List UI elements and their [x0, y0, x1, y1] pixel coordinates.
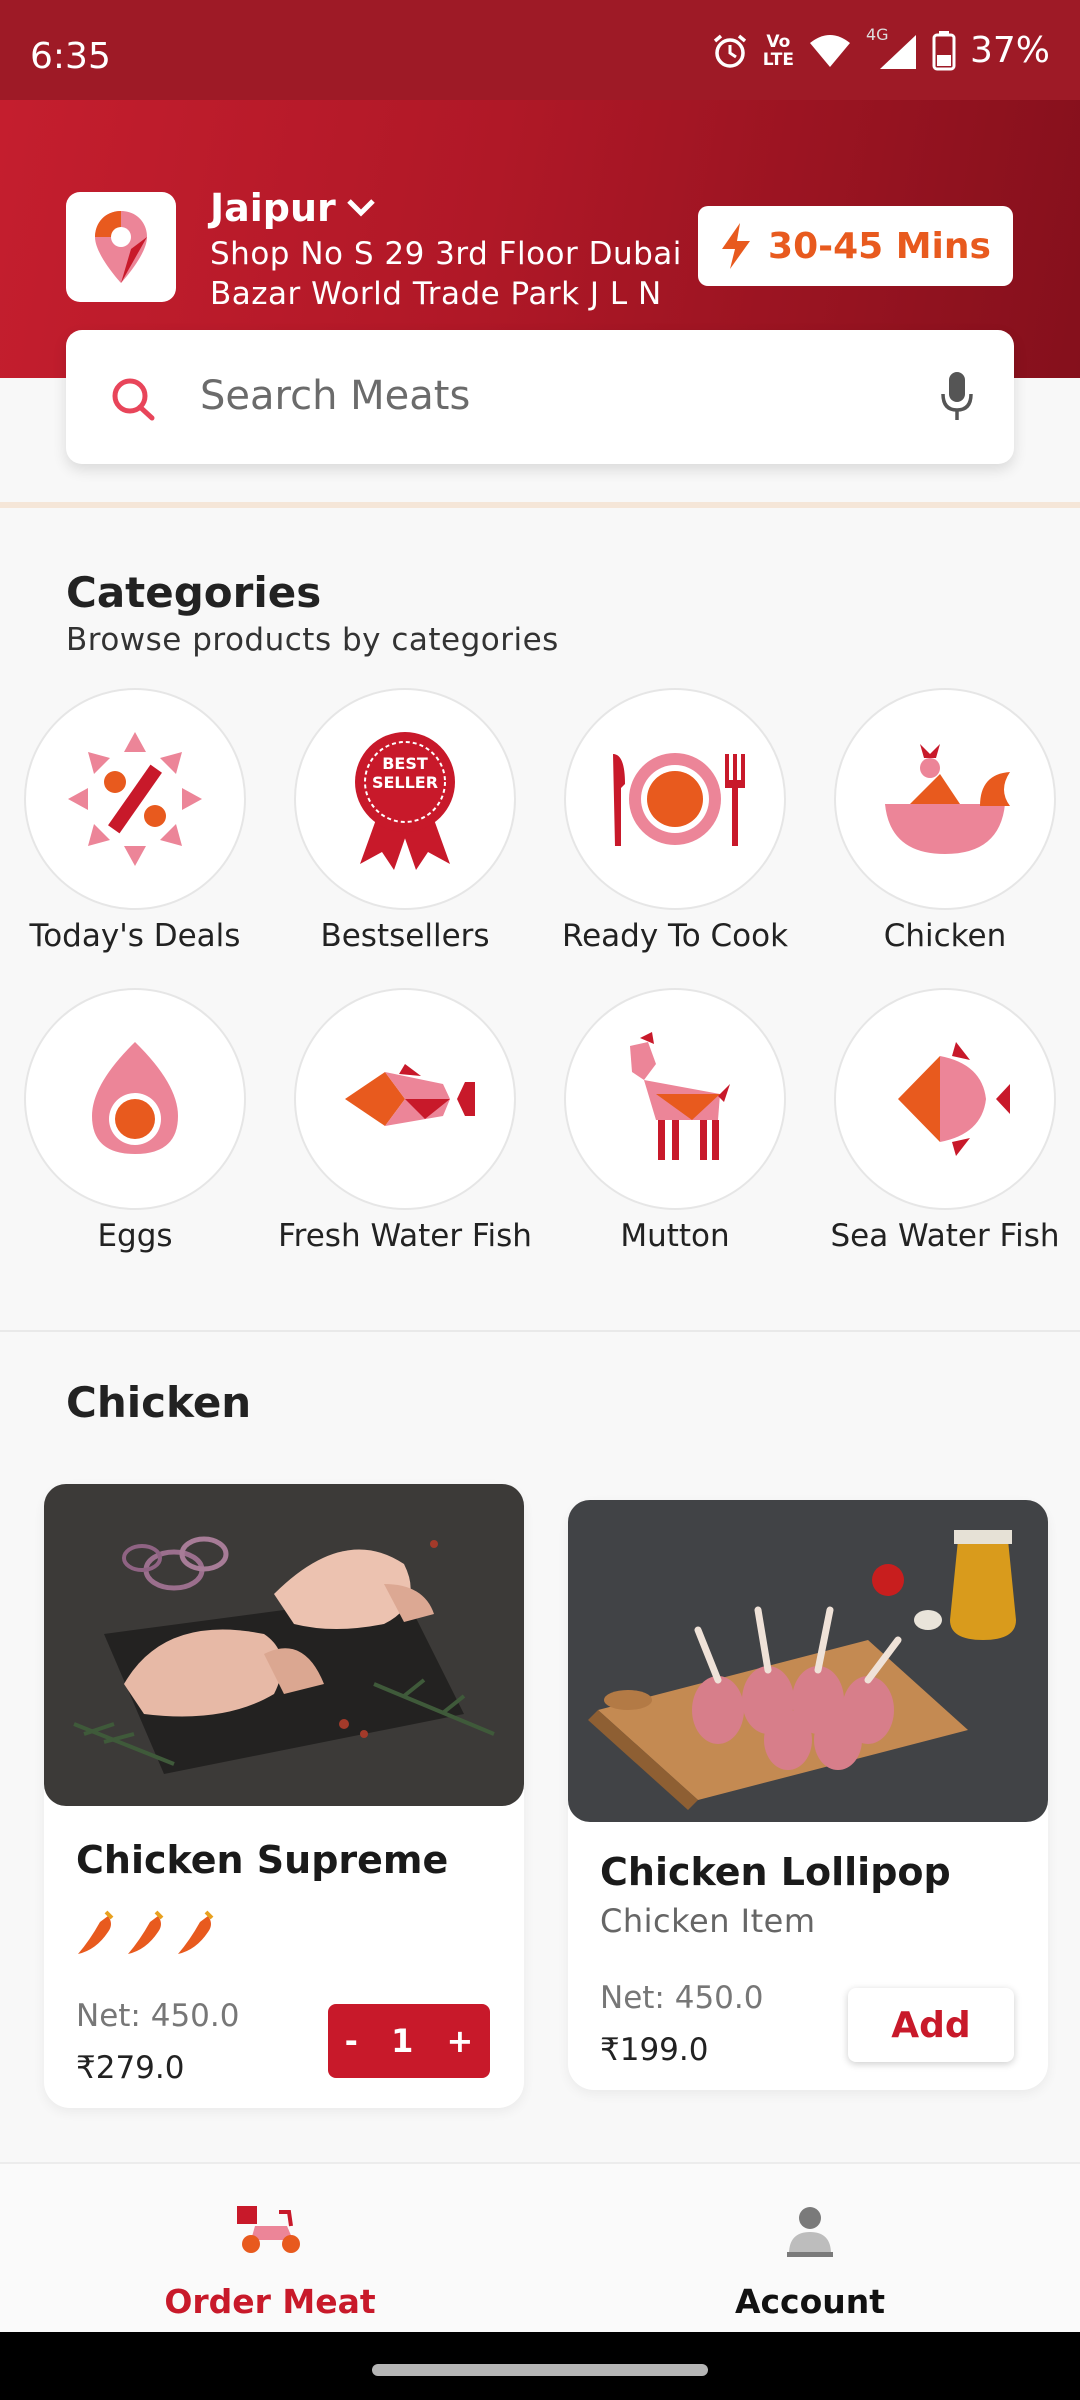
category-icon-circle	[834, 988, 1056, 1210]
status-time: 6:35	[30, 36, 111, 77]
delivery-eta-badge: 30-45 Mins	[698, 206, 1013, 286]
category-fresh-water-fish[interactable]: Fresh Water Fish	[270, 988, 540, 1254]
decrement-button[interactable]: -	[339, 2022, 364, 2060]
best-seller-badge-icon	[355, 732, 455, 870]
increment-button[interactable]: +	[441, 2022, 480, 2060]
eta-text: 30-45 Mins	[768, 225, 991, 267]
plate-cutlery-icon	[613, 753, 745, 846]
product-net-weight: Net: 450.0	[600, 1980, 764, 2016]
battery-text: 37%	[969, 30, 1050, 71]
category-icon-circle	[294, 988, 516, 1210]
status-bar: 6:35 Vo LTE 4G 37%	[0, 0, 1080, 100]
deals-icon	[68, 732, 202, 866]
nav-label: Order Meat	[164, 2282, 376, 2321]
category-eggs[interactable]: Eggs	[0, 988, 270, 1254]
section-separator	[0, 1330, 1080, 1332]
product-name: Chicken Lollipop	[600, 1850, 951, 1894]
category-label: Today's Deals	[29, 918, 241, 954]
chicken-lollipop-photo	[568, 1500, 1048, 1822]
chevron-down-icon	[347, 199, 375, 217]
chili-icon	[128, 1910, 164, 1954]
sea-water-fish-icon	[898, 1042, 1010, 1156]
category-mutton[interactable]: Mutton	[540, 988, 810, 1254]
category-icon-circle	[294, 688, 516, 910]
mic-icon[interactable]	[940, 370, 974, 422]
delivery-scooter-icon	[237, 2206, 300, 2253]
category-icon-circle	[24, 988, 246, 1210]
cell-signal: 4G	[866, 25, 918, 71]
category-label: Ready To Cook	[561, 918, 789, 954]
categories-subtitle: Browse products by categories	[66, 622, 559, 658]
nav-icon-wrap	[0, 2204, 540, 2256]
category-label: Fresh Water Fish	[278, 1218, 532, 1254]
best-seller-badge-line2: SELLER	[371, 773, 439, 792]
city-name: Jaipur	[210, 186, 336, 230]
product-name: Chicken Supreme	[76, 1838, 449, 1882]
category-label: Sea Water Fish	[830, 1218, 1060, 1254]
category-chicken[interactable]: Chicken	[810, 688, 1080, 954]
volte-indicator: Vo LTE	[763, 33, 794, 69]
best-seller-badge-text: BEST SELLER	[270, 754, 540, 792]
best-seller-badge-line1: BEST	[382, 754, 428, 773]
product-subtitle: Chicken Item	[600, 1902, 816, 1940]
category-label: Bestsellers	[320, 918, 490, 954]
category-ready-to-cook[interactable]: Ready To Cook	[540, 688, 810, 954]
goat-icon	[630, 1032, 730, 1160]
nav-label: Account	[734, 2282, 886, 2321]
chicken-icon	[885, 744, 1010, 854]
product-price: ₹199.0	[600, 2032, 709, 2068]
categories-section: Categories Browse products by categories	[0, 508, 1080, 1330]
volte-top-text: Vo	[766, 31, 791, 52]
battery-icon	[932, 30, 956, 70]
search-input[interactable]	[200, 366, 840, 426]
category-icon-circle	[834, 688, 1056, 910]
search-bar[interactable]	[66, 330, 1014, 464]
search-icon	[112, 378, 155, 421]
product-price: ₹279.0	[76, 2050, 185, 2086]
fresh-water-fish-icon	[345, 1064, 475, 1126]
chicken-section-title: Chicken	[66, 1378, 252, 1427]
category-bestsellers[interactable]: BEST SELLER Bestsellers	[270, 688, 540, 954]
category-label: Chicken	[883, 918, 1007, 954]
nav-account[interactable]: Account	[540, 2164, 1080, 2334]
quantity-value: 1	[391, 2022, 414, 2060]
quantity-stepper[interactable]: - 1 +	[328, 2004, 490, 2078]
category-label: Eggs	[97, 1218, 173, 1254]
spice-level	[74, 1910, 218, 1958]
city-selector[interactable]: Jaipur	[210, 186, 376, 230]
chicken-legs-photo	[44, 1484, 524, 1806]
delivery-address[interactable]: Shop No S 29 3rd Floor Dubai Bazar World…	[210, 234, 690, 314]
product-image	[568, 1500, 1048, 1822]
category-icon-circle	[564, 688, 786, 910]
lightning-icon	[722, 223, 751, 269]
product-image	[44, 1484, 524, 1806]
egg-icon	[92, 1042, 178, 1154]
wifi-icon	[809, 34, 850, 67]
category-todays-deals[interactable]: Today's Deals	[0, 688, 270, 954]
categories-title: Categories	[66, 568, 322, 617]
system-navigation-bar	[0, 2332, 1080, 2400]
product-net-weight: Net: 450.0	[76, 1998, 240, 2034]
product-card-chicken-lollipop[interactable]: Chicken Lollipop Chicken Item Net: 450.0…	[568, 1500, 1048, 2090]
account-person-icon	[787, 2207, 833, 2257]
bottom-navigation: Order Meat Account	[0, 2162, 1080, 2332]
product-card-chicken-supreme[interactable]: Chicken Supreme Net: 450.0 ₹279.0 - 1 +	[44, 1484, 524, 2108]
add-to-cart-button[interactable]: Add	[848, 1988, 1014, 2062]
category-label: Mutton	[620, 1218, 730, 1254]
status-icons: Vo LTE 4G 37%	[711, 25, 1050, 71]
category-icon-circle	[24, 688, 246, 910]
category-sea-water-fish[interactable]: Sea Water Fish	[810, 988, 1080, 1254]
store-logo	[66, 192, 176, 302]
cell-signal-icon	[879, 34, 916, 69]
location-pin-icon	[95, 211, 147, 283]
category-icon-circle	[564, 988, 786, 1210]
home-gesture-handle[interactable]	[372, 2364, 708, 2376]
chili-icon	[78, 1910, 114, 1954]
nav-order-meat[interactable]: Order Meat	[0, 2164, 540, 2334]
nav-icon-wrap	[540, 2204, 1080, 2258]
alarm-icon	[713, 34, 746, 68]
volte-bottom-text: LTE	[762, 49, 794, 70]
chili-icon	[178, 1910, 214, 1954]
